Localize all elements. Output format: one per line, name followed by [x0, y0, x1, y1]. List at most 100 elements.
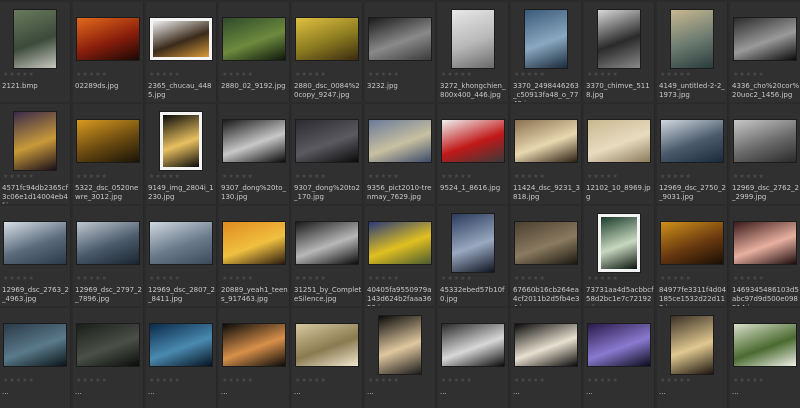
thumbnail-item[interactable]: ★★★★★ 12969_dsc_2762_2_2999.jpg — [730, 104, 800, 204]
thumbnail-item[interactable]: ★★★★★... — [730, 308, 800, 408]
thumbnail-item[interactable]: ★★★★★... — [584, 308, 655, 408]
rating-stars[interactable]: ★★★★★ — [149, 72, 181, 78]
rating-stars[interactable]: ★★★★★ — [441, 72, 473, 78]
rating-stars[interactable]: ★★★★★ — [222, 72, 254, 78]
thumbnail-item[interactable]: ★★★★★ 12969_dsc_2807_2_8411.jpg — [146, 206, 217, 306]
thumbnail-item[interactable]: ★★★★★ 45332ebed57b10f0.jpg — [438, 206, 509, 306]
thumbnail-item[interactable]: ★★★★★ 12969_dsc_2763_2_4963.jpg — [0, 206, 71, 306]
rating-stars[interactable]: ★★★★★ — [514, 174, 546, 180]
thumbnail-image — [14, 112, 56, 170]
file-name: 3370_chimve_5118.jpg — [586, 82, 650, 99]
thumbnail-item[interactable]: ★★★★★ 3272_khongchien_800x400_446.jpg — [438, 2, 509, 102]
thumbnail-item[interactable]: ★★★★★ 3232.jpg — [365, 2, 436, 102]
thumbnail-image-frame — [732, 314, 798, 376]
rating-stars[interactable]: ★★★★★ — [514, 276, 546, 282]
thumbnail-item[interactable]: ★★★★★... — [365, 308, 436, 408]
rating-stars[interactable]: ★★★★★ — [368, 378, 400, 384]
thumbnail-item[interactable]: ★★★★★ 4149_untitled-2-2_1973.jpg — [657, 2, 728, 102]
rating-stars[interactable]: ★★★★★ — [222, 174, 254, 180]
rating-stars[interactable]: ★★★★★ — [222, 276, 254, 282]
thumbnail-item[interactable]: ★★★★★ 2880_02_9192.jpg — [219, 2, 290, 102]
rating-stars[interactable]: ★★★★★ — [76, 378, 108, 384]
thumbnail-item[interactable]: ★★★★★ 73731aa4d5acbbcf58d2bc1e7c72192c.jp… — [584, 206, 655, 306]
thumbnail-item[interactable]: ★★★★★ 67660b16cb264ea4cf2011b2d5fb4e34.jp… — [511, 206, 582, 306]
thumbnail-image-frame — [294, 314, 360, 376]
thumbnail-item[interactable]: ★★★★★ 20889_yeah1_teens_917463.jpg — [219, 206, 290, 306]
thumbnail-item[interactable]: ★★★★★ 3370_2498446263_c50913fa48_o_7749.j… — [511, 2, 582, 102]
thumbnail-item[interactable]: ★★★★★... — [73, 308, 144, 408]
rating-stars[interactable]: ★★★★★ — [295, 378, 327, 384]
rating-stars[interactable]: ★★★★★ — [295, 174, 327, 180]
thumbnail-image-frame — [513, 110, 579, 172]
thumbnail-item[interactable]: ★★★★★ 12969_dsc_2797_2_7896.jpg — [73, 206, 144, 306]
thumbnail-image-frame — [75, 314, 141, 376]
thumbnail-item[interactable]: ★★★★★ 11424_dsc_9231_3818.jpg — [511, 104, 582, 204]
thumbnail-item[interactable]: ★★★★★ 2121.bmp — [0, 2, 71, 102]
rating-stars[interactable]: ★★★★★ — [660, 276, 692, 282]
rating-stars[interactable]: ★★★★★ — [76, 276, 108, 282]
rating-stars[interactable]: ★★★★★ — [660, 72, 692, 78]
thumbnail-image-frame — [659, 314, 725, 376]
rating-stars[interactable]: ★★★★★ — [514, 72, 546, 78]
thumbnail-item[interactable]: ★★★★★ 9524_1_8616.jpg — [438, 104, 509, 204]
thumbnail-item[interactable]: ★★★★★... — [438, 308, 509, 408]
rating-stars[interactable]: ★★★★★ — [514, 378, 546, 384]
thumbnail-item[interactable]: ★★★★★ 9307_dong%20to_130.jpg — [219, 104, 290, 204]
thumbnail-item[interactable]: ★★★★★ 2365_chucau_4485.jpg — [146, 2, 217, 102]
file-name: ... — [732, 388, 739, 396]
rating-stars[interactable]: ★★★★★ — [587, 276, 619, 282]
thumbnail-item[interactable]: ★★★★★ 12969_dsc_2750_2_9031.jpg — [657, 104, 728, 204]
rating-stars[interactable]: ★★★★★ — [733, 276, 765, 282]
rating-stars[interactable]: ★★★★★ — [76, 72, 108, 78]
thumbnail-image — [442, 324, 504, 366]
thumbnail-item[interactable]: ★★★★★ 9307_dong%20to2_170.jpg — [292, 104, 363, 204]
thumbnail-item[interactable]: ★★★★★ 12102_10_8969.jpg — [584, 104, 655, 204]
rating-stars[interactable]: ★★★★★ — [733, 378, 765, 384]
thumbnail-image-frame — [367, 110, 433, 172]
rating-stars[interactable]: ★★★★★ — [149, 276, 181, 282]
thumbnail-item[interactable]: ★★★★★... — [657, 308, 728, 408]
rating-stars[interactable]: ★★★★★ — [3, 378, 35, 384]
rating-stars[interactable]: ★★★★★ — [3, 72, 35, 78]
rating-stars[interactable]: ★★★★★ — [441, 174, 473, 180]
thumbnail-image — [369, 222, 431, 264]
thumbnail-item[interactable]: ★★★★★... — [0, 308, 71, 408]
thumbnail-item[interactable]: ★★★★★ 31251_by_CompleteSilence.jpg — [292, 206, 363, 306]
thumbnail-item[interactable]: ★★★★★ 84977fe3311f4d04185ce1532d22d113.jp… — [657, 206, 728, 306]
thumbnail-item[interactable]: ★★★★★ 9356_pict2010-trenmay_7629.jpg — [365, 104, 436, 204]
thumbnail-item[interactable]: ★★★★★ 9149_img_2804i_1230.jpg — [146, 104, 217, 204]
rating-stars[interactable]: ★★★★★ — [660, 174, 692, 180]
rating-stars[interactable]: ★★★★★ — [368, 174, 400, 180]
thumbnail-image-frame — [440, 8, 506, 70]
rating-stars[interactable]: ★★★★★ — [149, 378, 181, 384]
rating-stars[interactable]: ★★★★★ — [295, 72, 327, 78]
thumbnail-item[interactable]: ★★★★★ 4571fc94db2365cf3c06e1d14004eb4f.jp… — [0, 104, 71, 204]
rating-stars[interactable]: ★★★★★ — [76, 174, 108, 180]
rating-stars[interactable]: ★★★★★ — [368, 72, 400, 78]
rating-stars[interactable]: ★★★★★ — [587, 378, 619, 384]
thumbnail-item[interactable]: ★★★★★ 40405fa9550979a143d624b2faaa3659.jp… — [365, 206, 436, 306]
thumbnail-item[interactable]: ★★★★★... — [292, 308, 363, 408]
rating-stars[interactable]: ★★★★★ — [149, 174, 181, 180]
thumbnail-item[interactable]: ★★★★★ 3370_chimve_5118.jpg — [584, 2, 655, 102]
rating-stars[interactable]: ★★★★★ — [441, 276, 473, 282]
rating-stars[interactable]: ★★★★★ — [733, 72, 765, 78]
rating-stars[interactable]: ★★★★★ — [368, 276, 400, 282]
thumbnail-item[interactable]: ★★★★★ 02289ds.jpg — [73, 2, 144, 102]
thumbnail-item[interactable]: ★★★★★... — [146, 308, 217, 408]
rating-stars[interactable]: ★★★★★ — [295, 276, 327, 282]
rating-stars[interactable]: ★★★★★ — [3, 276, 35, 282]
thumbnail-item[interactable]: ★★★★★ 1469345486103d5abc97d9d500e098314.j… — [730, 206, 800, 306]
rating-stars[interactable]: ★★★★★ — [3, 174, 35, 180]
rating-stars[interactable]: ★★★★★ — [441, 378, 473, 384]
rating-stars[interactable]: ★★★★★ — [222, 378, 254, 384]
thumbnail-item[interactable]: ★★★★★... — [511, 308, 582, 408]
rating-stars[interactable]: ★★★★★ — [587, 174, 619, 180]
rating-stars[interactable]: ★★★★★ — [660, 378, 692, 384]
thumbnail-item[interactable]: ★★★★★ 5322_dsc_0520newre_3012.jpg — [73, 104, 144, 204]
rating-stars[interactable]: ★★★★★ — [733, 174, 765, 180]
rating-stars[interactable]: ★★★★★ — [587, 72, 619, 78]
thumbnail-item[interactable]: ★★★★★... — [219, 308, 290, 408]
thumbnail-item[interactable]: ★★★★★ 2880_dsc_0084%20copy_9247.jpg — [292, 2, 363, 102]
thumbnail-item[interactable]: ★★★★★ 4336_cho%20cor%20uoc2_1456.jpg — [730, 2, 800, 102]
